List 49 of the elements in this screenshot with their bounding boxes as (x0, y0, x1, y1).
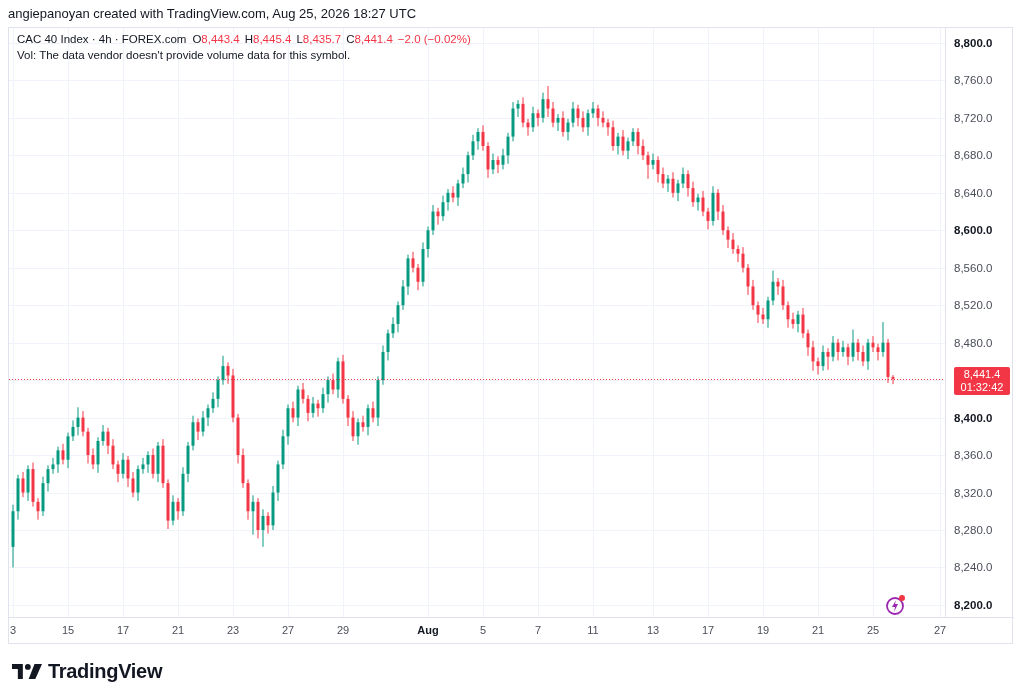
price-tick: 8,280.0 (954, 522, 993, 538)
chart-caption: angiepanoyan created with TradingView.com, Aug 25, 2026 18:27 UTC (8, 5, 417, 23)
time-tick: 17 (701, 623, 715, 637)
volume-note: Vol: The data vendor doesn't provide volume data for this symbol. (17, 48, 351, 63)
symbol-label: CAC 40 Index · 4h · FOREX.com (17, 32, 187, 47)
ohlc-value: 8,445.4 (253, 32, 292, 47)
time-tick: 7 (534, 623, 542, 637)
price-tick: 8,480.0 (954, 335, 993, 351)
price-tick: 8,640.0 (954, 185, 993, 201)
time-tick: 19 (756, 623, 770, 637)
time-tick: 25 (866, 623, 880, 637)
price-tick: 8,600.0 (954, 223, 993, 239)
time-tick: 29 (336, 623, 350, 637)
time-tick: 21 (171, 623, 185, 637)
logo-icon (12, 664, 42, 679)
time-tick: 15 (61, 623, 75, 637)
time-tick: 21 (811, 623, 825, 637)
price-tick: 8,720.0 (954, 110, 993, 126)
price-tick: 8,400.0 (954, 410, 993, 426)
lightning-icon[interactable] (885, 594, 907, 616)
last-price: 8,441.4 (963, 367, 1001, 381)
price-tick: 8,200.0 (954, 597, 993, 613)
time-tick: 27 (281, 623, 295, 637)
ohlc-value: 8,441.4 (354, 32, 393, 47)
price-tick: 8,680.0 (954, 148, 993, 164)
ohlc-label: H (244, 32, 253, 47)
price-tick: 8,240.0 (954, 560, 993, 576)
time-tick: 13 (646, 623, 660, 637)
time-tick: 27 (933, 623, 947, 637)
price-tick: 8,760.0 (954, 73, 993, 89)
time-tick: 5 (479, 623, 487, 637)
time-tick: 17 (116, 623, 130, 637)
time-tick: 23 (226, 623, 240, 637)
ohlc-value: 8,435.7 (302, 32, 342, 47)
brand-name: TradingView (48, 660, 163, 683)
price-tick: 8,560.0 (954, 260, 993, 276)
ohlc-label: C (346, 32, 355, 47)
price-change: −2.0 (−0.02%) (397, 32, 471, 47)
price-tick: 8,800.0 (954, 35, 993, 51)
time-tick: 11 (587, 623, 599, 637)
price-tick: 8,320.0 (954, 485, 993, 501)
price-tick: 8,360.0 (954, 448, 993, 464)
time-tick: 3 (9, 623, 17, 637)
price-tick: 8,520.0 (954, 298, 993, 314)
countdown: 01:32:42 (960, 380, 1004, 394)
ohlc-label: L (296, 32, 303, 47)
time-tick: Aug (417, 623, 439, 637)
ohlc-value: 8,443.4 (201, 32, 240, 47)
ohlc-label: O (192, 32, 202, 47)
